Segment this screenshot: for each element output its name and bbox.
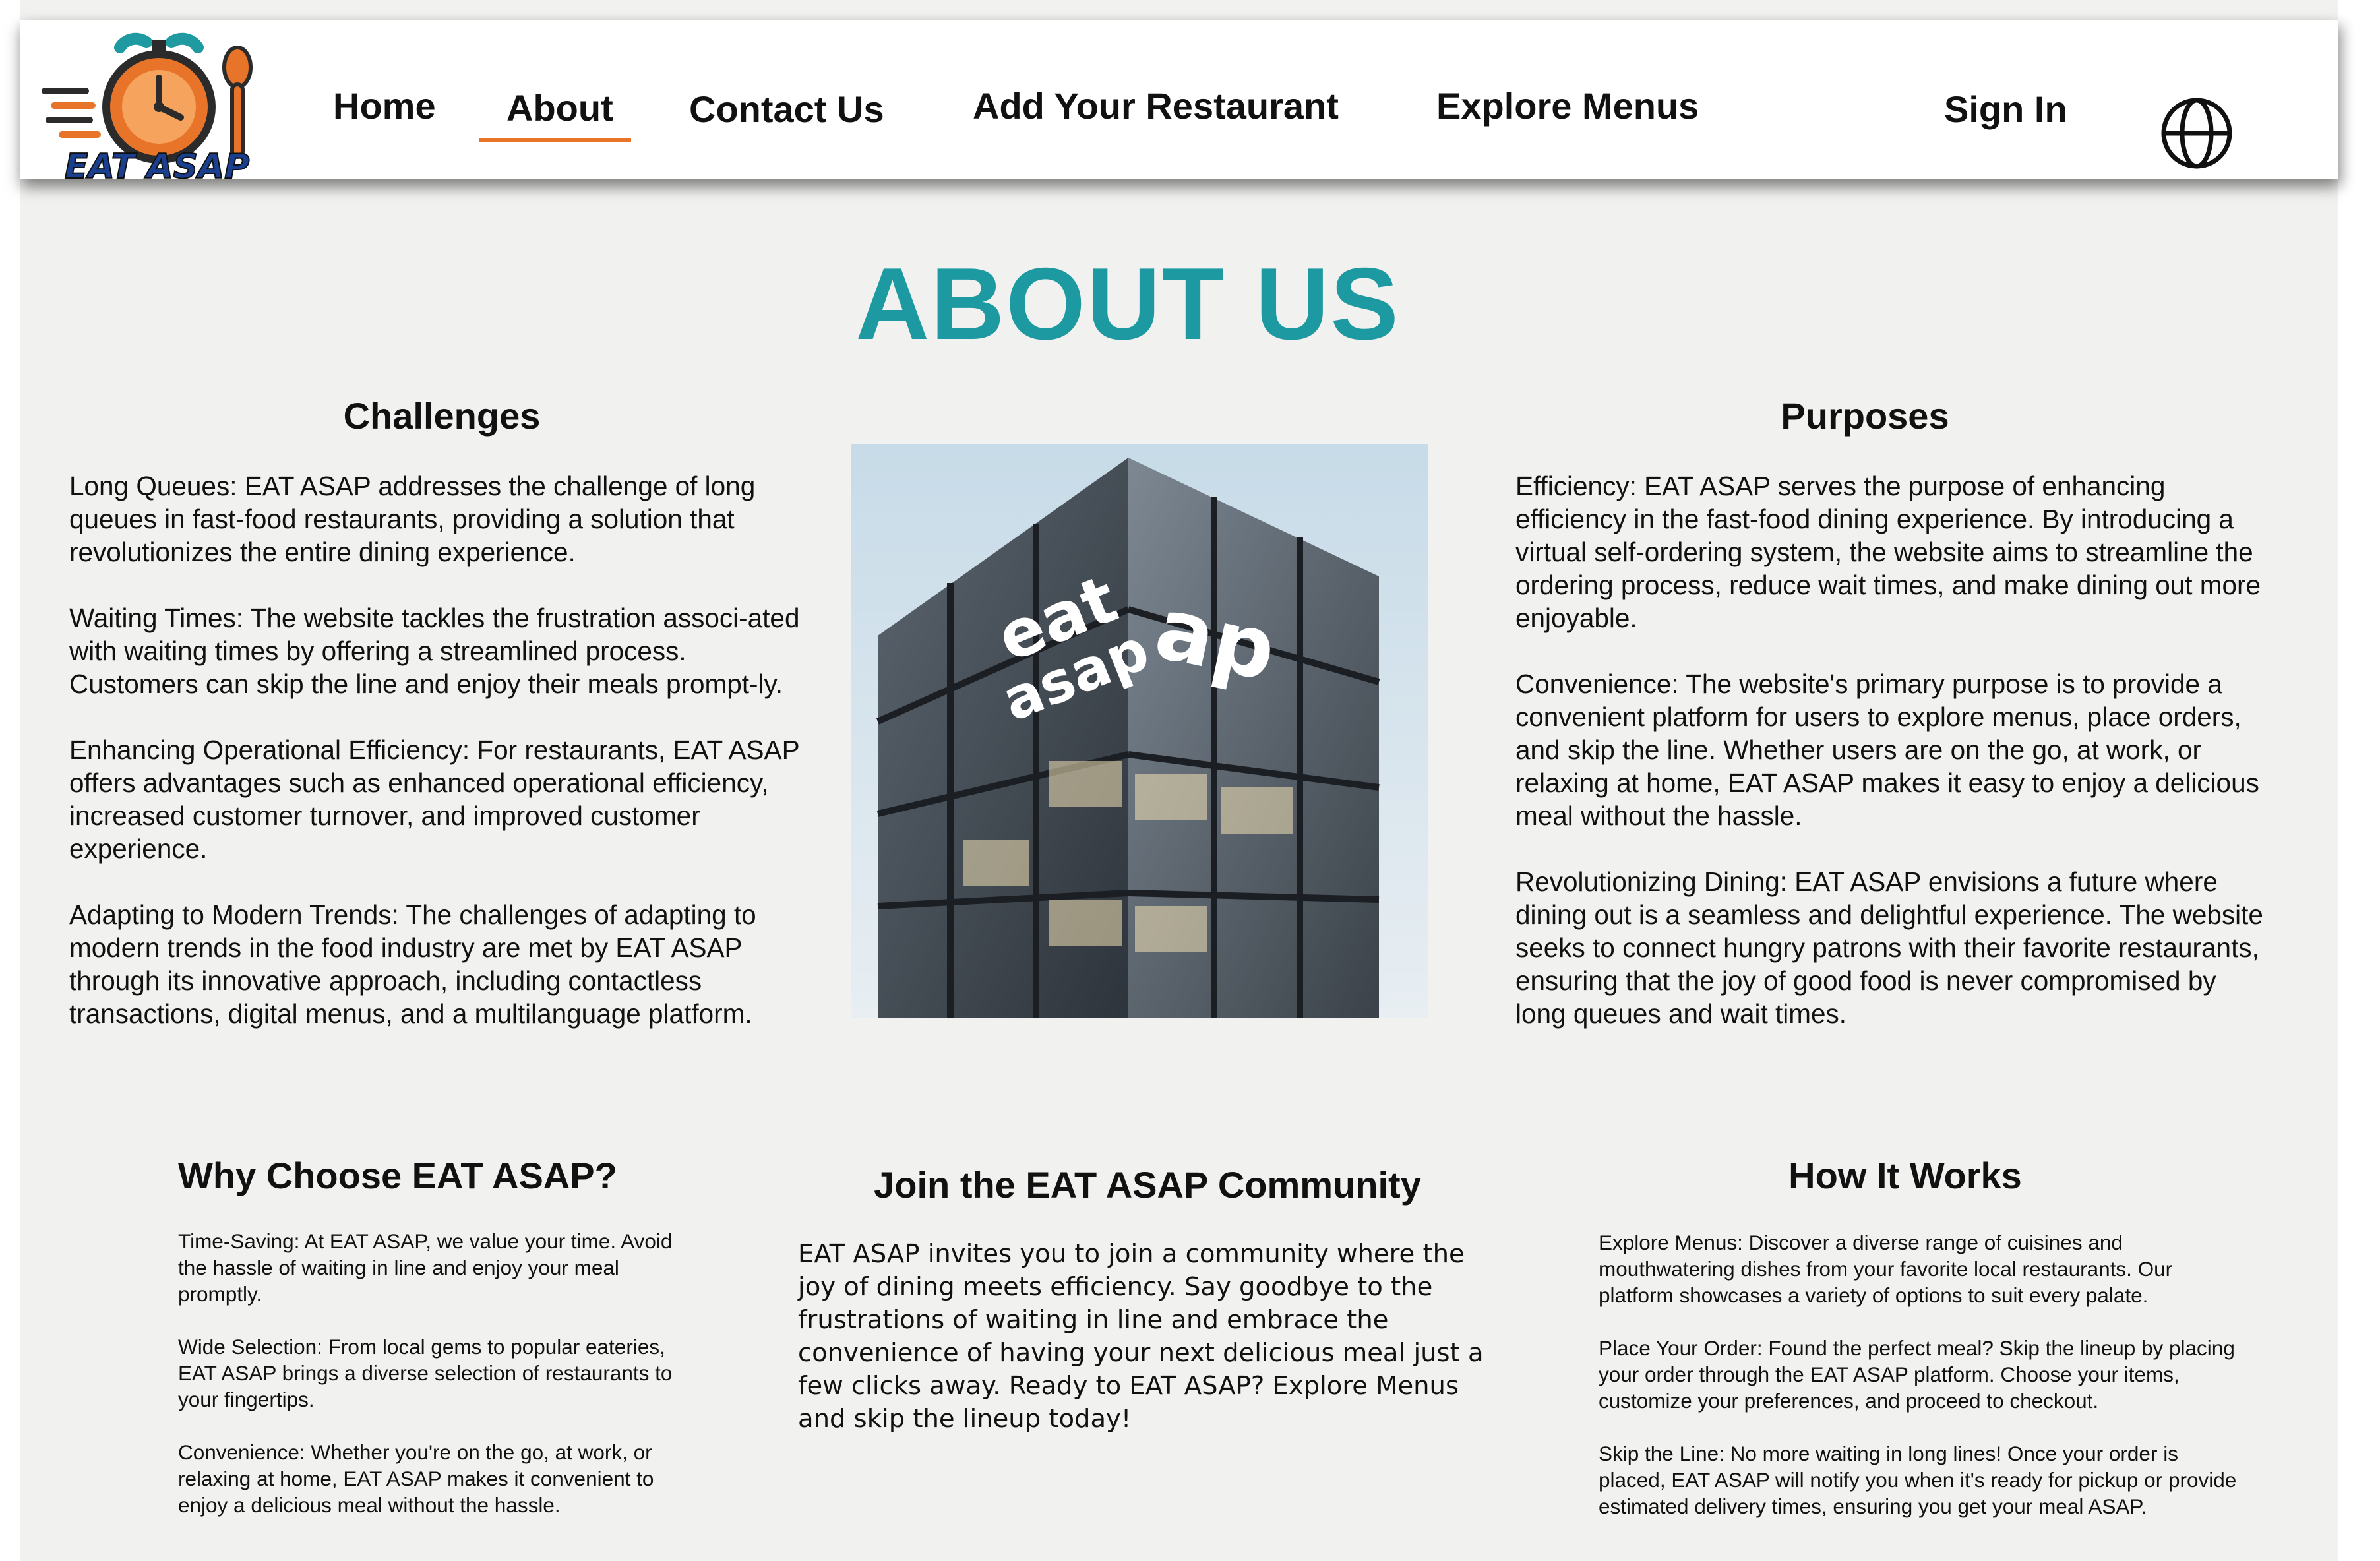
join-heading: Join the EAT ASAP Community [874,1164,1421,1206]
challenge-item: Long Queues: EAT ASAP addresses the chal… [69,471,756,567]
page-title: ABOUT US [855,247,1400,361]
eat-asap-building-image: eat asap ap [851,444,1428,1018]
how-item: Place Your Order: Found the perfect meal… [1599,1336,2235,1413]
nav-contact-us[interactable]: Contact Us [689,88,884,131]
top-navbar: EAT ASAP Home About Contact Us Add Your … [20,20,2338,187]
challenge-item: Adapting to Modern Trends: The challenge… [69,900,756,1029]
purposes-heading: Purposes [1781,395,1949,437]
why-item: Time-Saving: At EAT ASAP, we value your … [178,1229,673,1306]
nav-sign-in[interactable]: Sign In [1944,88,2067,131]
how-item: Skip the Line: No more waiting in long l… [1599,1442,2237,1518]
why-item: Convenience: Whether you're on the go, a… [178,1440,654,1517]
join-body: EAT ASAP invites you to join a community… [798,1239,1484,1434]
nav-add-restaurant[interactable]: Add Your Restaurant [973,84,1339,127]
purposes-list: Efficiency: EAT ASAP serves the purpose … [1515,470,2274,1063]
logo-text: EAT ASAP [65,147,249,187]
why-list: Time-Saving: At EAT ASAP, we value your … [178,1228,706,1545]
purpose-item: Revolutionizing Dining: EAT ASAP envisio… [1515,867,2263,1029]
eat-asap-logo[interactable]: EAT ASAP [40,20,264,188]
purpose-item: Convenience: The website's primary purpo… [1515,669,2259,831]
why-heading: Why Choose EAT ASAP? [178,1155,617,1196]
nav-about[interactable]: About [506,86,613,129]
why-item: Wide Selection: From local gems to popul… [178,1335,673,1411]
how-list: Explore Menus: Discover a diverse range … [1599,1229,2245,1546]
challenge-item: Enhancing Operational Efficiency: For re… [69,735,799,864]
how-item: Explore Menus: Discover a diverse range … [1599,1231,2173,1307]
challenge-item: Waiting Times: The website tackles the f… [69,603,800,699]
globe-icon[interactable] [2160,96,2234,170]
how-heading: How It Works [1788,1155,2022,1196]
nav-explore-menus[interactable]: Explore Menus [1436,84,1699,127]
purpose-item: Efficiency: EAT ASAP serves the purpose … [1515,471,2261,633]
challenges-list: Long Queues: EAT ASAP addresses the chal… [69,470,814,1063]
challenges-heading: Challenges [343,395,541,437]
nav-home[interactable]: Home [333,84,436,127]
nav-active-underline [479,138,631,142]
